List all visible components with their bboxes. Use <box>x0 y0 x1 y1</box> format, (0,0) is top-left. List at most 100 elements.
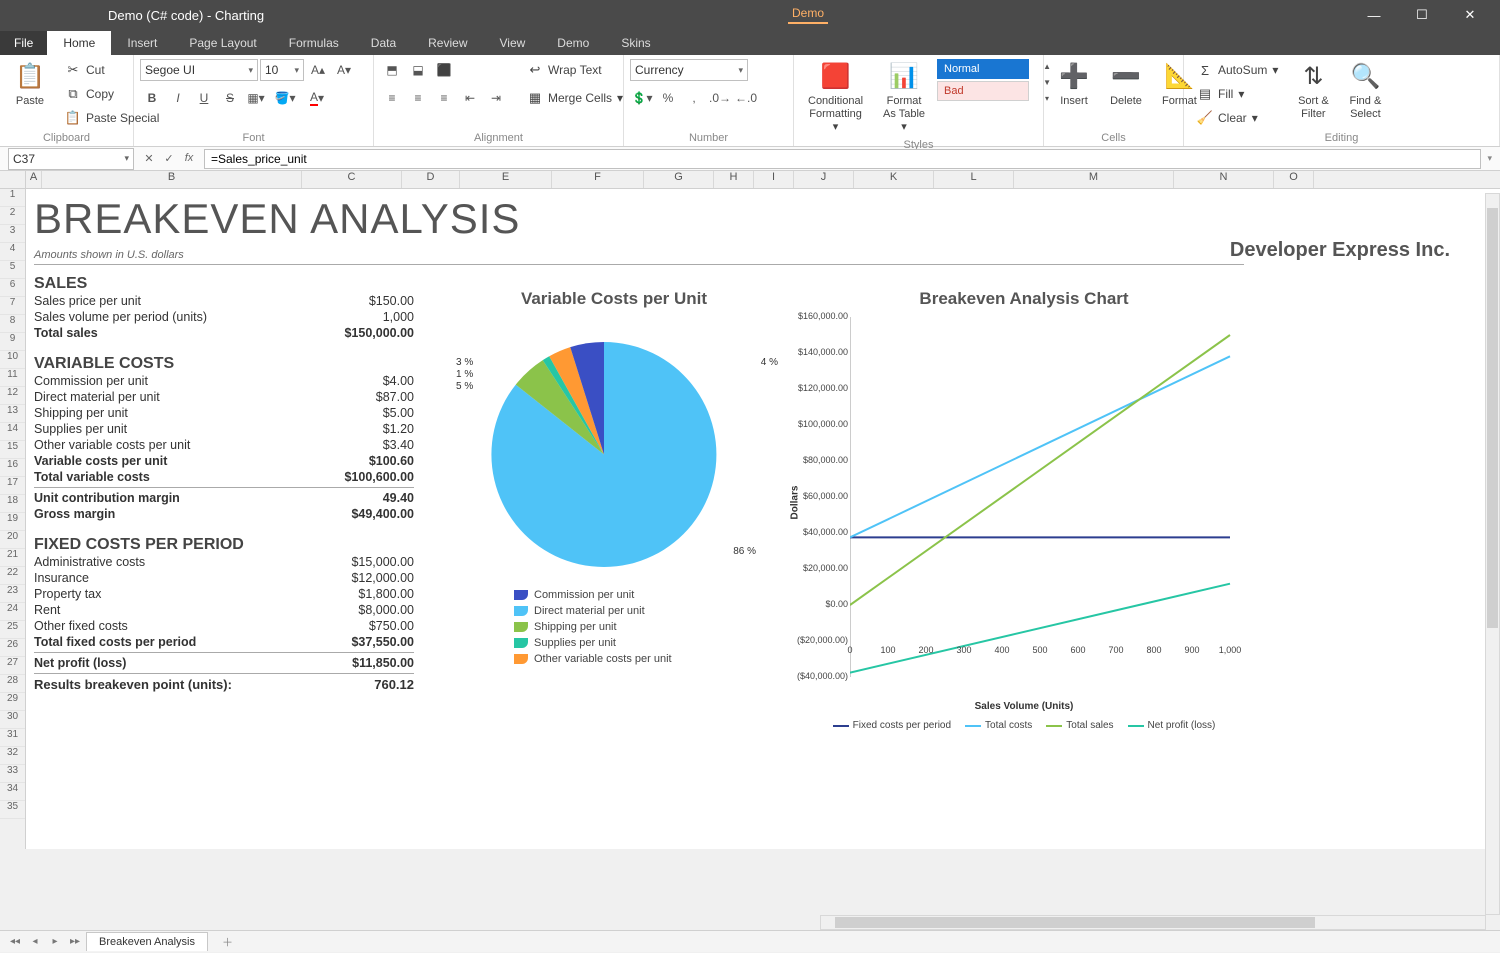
row-header-21[interactable]: 21 <box>0 549 25 567</box>
row-header-28[interactable]: 28 <box>0 675 25 693</box>
underline-button[interactable]: U <box>192 87 216 109</box>
horizontal-scrollbar[interactable] <box>820 915 1486 930</box>
col-header-G[interactable]: G <box>644 171 714 188</box>
select-all-corner[interactable] <box>0 171 26 188</box>
col-header-B[interactable]: B <box>42 171 302 188</box>
col-header-O[interactable]: O <box>1274 171 1314 188</box>
strike-button[interactable]: S <box>218 87 242 109</box>
increase-indent-button[interactable]: ⇥ <box>484 87 508 109</box>
tab-formulas[interactable]: Formulas <box>273 31 355 55</box>
row-header-15[interactable]: 15 <box>0 441 25 459</box>
add-sheet-button[interactable]: ＋ <box>210 931 245 953</box>
vertical-scrollbar[interactable] <box>1485 193 1500 915</box>
row-header-19[interactable]: 19 <box>0 513 25 531</box>
name-box[interactable]: C37▾ <box>8 148 134 170</box>
row-header-7[interactable]: 7 <box>0 297 25 315</box>
maximize-button[interactable]: ☐ <box>1400 1 1444 29</box>
tab-file[interactable]: File <box>0 31 47 55</box>
find-select-button[interactable]: 🔍Find & Select <box>1341 59 1389 123</box>
row-header-13[interactable]: 13 <box>0 405 25 423</box>
col-header-D[interactable]: D <box>402 171 460 188</box>
sort-filter-button[interactable]: ⇅Sort & Filter <box>1289 59 1337 123</box>
col-header-A[interactable]: A <box>26 171 42 188</box>
row-header-17[interactable]: 17 <box>0 477 25 495</box>
number-format-combo[interactable]: Currency▾ <box>630 59 748 81</box>
decrease-decimal-button[interactable]: ←.0 <box>734 87 758 109</box>
cancel-formula-icon[interactable]: ✕ <box>140 152 158 165</box>
comma-button[interactable]: , <box>682 87 706 109</box>
formula-input[interactable] <box>204 149 1481 169</box>
tab-home[interactable]: Home <box>47 31 111 55</box>
col-header-M[interactable]: M <box>1014 171 1174 188</box>
increase-decimal-button[interactable]: .0→ <box>708 87 732 109</box>
align-right-button[interactable]: ≡ <box>432 87 456 109</box>
expand-formula-icon[interactable]: ▾ <box>1487 153 1492 164</box>
col-header-H[interactable]: H <box>714 171 754 188</box>
sheet-nav-next[interactable]: ▸ <box>46 933 64 951</box>
autosum-button[interactable]: ΣAutoSum ▾ <box>1190 59 1285 81</box>
decrease-font-button[interactable]: A▾ <box>332 59 356 81</box>
delete-cells-button[interactable]: ➖Delete <box>1102 59 1150 110</box>
row-header-20[interactable]: 20 <box>0 531 25 549</box>
fill-button[interactable]: ▤Fill ▾ <box>1190 83 1285 105</box>
row-header-14[interactable]: 14 <box>0 423 25 441</box>
row-header-25[interactable]: 25 <box>0 621 25 639</box>
row-header-1[interactable]: 1 <box>0 189 25 207</box>
row-header-11[interactable]: 11 <box>0 369 25 387</box>
percent-button[interactable]: % <box>656 87 680 109</box>
align-left-button[interactable]: ≡ <box>380 87 404 109</box>
row-header-12[interactable]: 12 <box>0 387 25 405</box>
tab-insert[interactable]: Insert <box>111 31 173 55</box>
row-header-3[interactable]: 3 <box>0 225 25 243</box>
tab-review[interactable]: Review <box>412 31 483 55</box>
col-header-J[interactable]: J <box>794 171 854 188</box>
decrease-indent-button[interactable]: ⇤ <box>458 87 482 109</box>
col-header-E[interactable]: E <box>460 171 552 188</box>
row-header-2[interactable]: 2 <box>0 207 25 225</box>
increase-font-button[interactable]: A▴ <box>306 59 330 81</box>
row-header-22[interactable]: 22 <box>0 567 25 585</box>
font-name-combo[interactable]: Segoe UI▾ <box>140 59 258 81</box>
conditional-formatting-button[interactable]: 🟥Conditional Formatting ▾ <box>800 59 871 137</box>
tab-demo[interactable]: Demo <box>541 31 605 55</box>
row-header-35[interactable]: 35 <box>0 801 25 819</box>
tab-page-layout[interactable]: Page Layout <box>173 31 272 55</box>
fx-icon[interactable]: fx <box>180 152 198 165</box>
align-top-button[interactable]: ⬒ <box>380 59 404 81</box>
clear-button[interactable]: 🧹Clear ▾ <box>1190 107 1285 129</box>
row-header-23[interactable]: 23 <box>0 585 25 603</box>
col-header-F[interactable]: F <box>552 171 644 188</box>
sheet-tab-active[interactable]: Breakeven Analysis <box>86 932 208 951</box>
insert-cells-button[interactable]: ➕Insert <box>1050 59 1098 110</box>
col-header-L[interactable]: L <box>934 171 1014 188</box>
tab-view[interactable]: View <box>484 31 542 55</box>
sheet-nav-first[interactable]: ◂◂ <box>6 933 24 951</box>
paste-button[interactable]: 📋 Paste <box>6 59 54 110</box>
row-header-16[interactable]: 16 <box>0 459 25 477</box>
minimize-button[interactable]: — <box>1352 1 1396 29</box>
row-header-31[interactable]: 31 <box>0 729 25 747</box>
row-header-26[interactable]: 26 <box>0 639 25 657</box>
align-middle-button[interactable]: ⬓ <box>406 59 430 81</box>
col-header-K[interactable]: K <box>854 171 934 188</box>
format-as-table-button[interactable]: 📊Format As Table ▾ <box>875 59 933 137</box>
font-color-button[interactable]: A▾ <box>302 87 332 109</box>
col-header-I[interactable]: I <box>754 171 794 188</box>
col-header-C[interactable]: C <box>302 171 402 188</box>
row-header-5[interactable]: 5 <box>0 261 25 279</box>
bold-button[interactable]: B <box>140 87 164 109</box>
merge-cells-button[interactable]: ▦Merge Cells ▾ <box>520 87 630 109</box>
row-header-33[interactable]: 33 <box>0 765 25 783</box>
row-header-18[interactable]: 18 <box>0 495 25 513</box>
wrap-text-button[interactable]: ↩Wrap Text <box>520 59 630 81</box>
row-header-9[interactable]: 9 <box>0 333 25 351</box>
row-header-8[interactable]: 8 <box>0 315 25 333</box>
close-button[interactable]: ✕ <box>1448 1 1492 29</box>
row-header-6[interactable]: 6 <box>0 279 25 297</box>
row-header-4[interactable]: 4 <box>0 243 25 261</box>
sheet-nav-last[interactable]: ▸▸ <box>66 933 84 951</box>
enter-formula-icon[interactable]: ✓ <box>160 152 178 165</box>
row-header-34[interactable]: 34 <box>0 783 25 801</box>
fill-color-button[interactable]: 🪣▾ <box>270 87 300 109</box>
align-center-button[interactable]: ≡ <box>406 87 430 109</box>
